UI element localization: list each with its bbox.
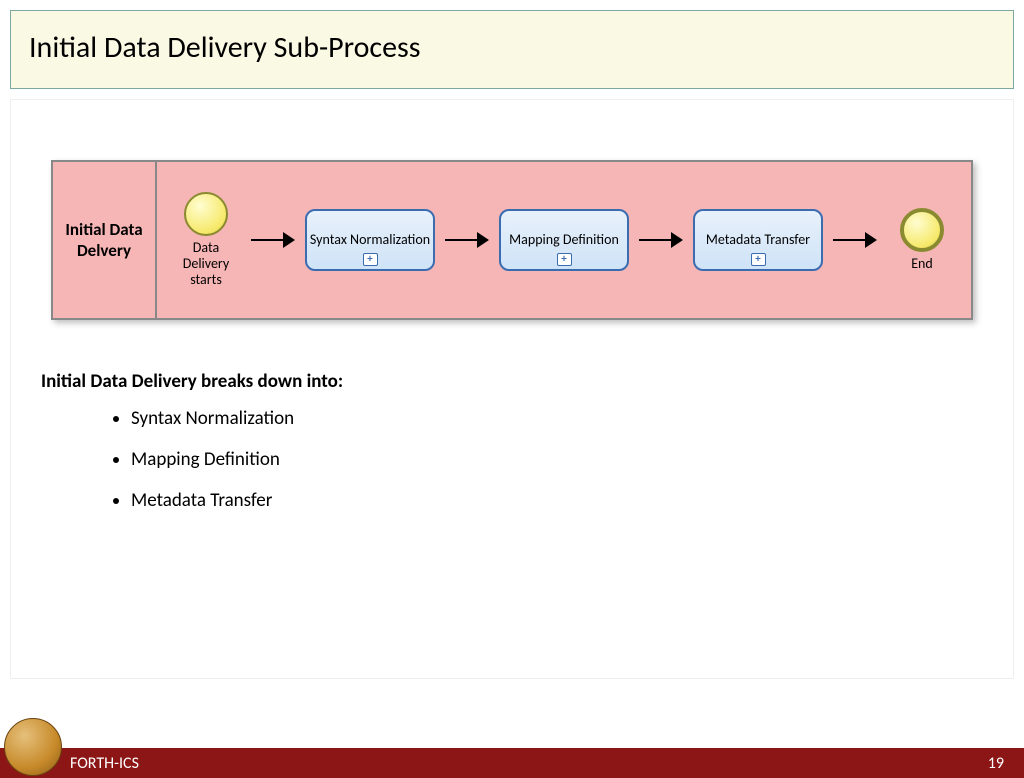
activity-label: Syntax Normalization: [310, 232, 430, 248]
body-text: Initial Data Delivery breaks down into: …: [41, 370, 983, 512]
end-circle-icon: [900, 208, 944, 252]
org-seal-icon: [4, 718, 62, 776]
list-item: Mapping Definition: [131, 448, 983, 471]
arrow-icon: [445, 230, 489, 250]
expand-icon[interactable]: +: [557, 253, 572, 266]
footer-bar: FORTH-ICS 19: [0, 748, 1024, 778]
start-event-label: Data Delivery starts: [171, 240, 241, 288]
lane-label: Initial Data Delvery: [53, 162, 157, 318]
activity-label: Metadata Transfer: [706, 232, 810, 248]
expand-icon[interactable]: +: [363, 253, 378, 266]
title-bar: Initial Data Delivery Sub-Process: [10, 10, 1014, 89]
activity-syntax-normalization: Syntax Normalization +: [305, 209, 435, 271]
footer-page-number: 19: [988, 754, 1004, 773]
end-event: End: [887, 208, 957, 272]
diagram-container: Initial Data Delvery Data Delivery start…: [51, 160, 973, 320]
bpmn-lane: Initial Data Delvery Data Delivery start…: [51, 160, 973, 320]
activity-label: Mapping Definition: [509, 232, 619, 248]
content-area: Initial Data Delvery Data Delivery start…: [10, 99, 1014, 679]
lead-text: Initial Data Delivery breaks down into:: [41, 370, 983, 393]
arrow-icon: [251, 230, 295, 250]
end-event-label: End: [911, 256, 933, 272]
arrow-icon: [833, 230, 877, 250]
activity-mapping-definition: Mapping Definition +: [499, 209, 629, 271]
activity-metadata-transfer: Metadata Transfer +: [693, 209, 823, 271]
start-event: Data Delivery starts: [171, 192, 241, 288]
arrow-icon: [639, 230, 683, 250]
lane-body: Data Delivery starts Syntax Normalizatio…: [157, 162, 971, 318]
list-item: Metadata Transfer: [131, 489, 983, 512]
list-item: Syntax Normalization: [131, 407, 983, 430]
footer-org: FORTH-ICS: [70, 754, 139, 773]
bullet-list: Syntax Normalization Mapping Definition …: [41, 407, 983, 512]
start-circle-icon: [184, 192, 228, 236]
expand-icon[interactable]: +: [751, 253, 766, 266]
page-title: Initial Data Delivery Sub-Process: [29, 29, 995, 66]
